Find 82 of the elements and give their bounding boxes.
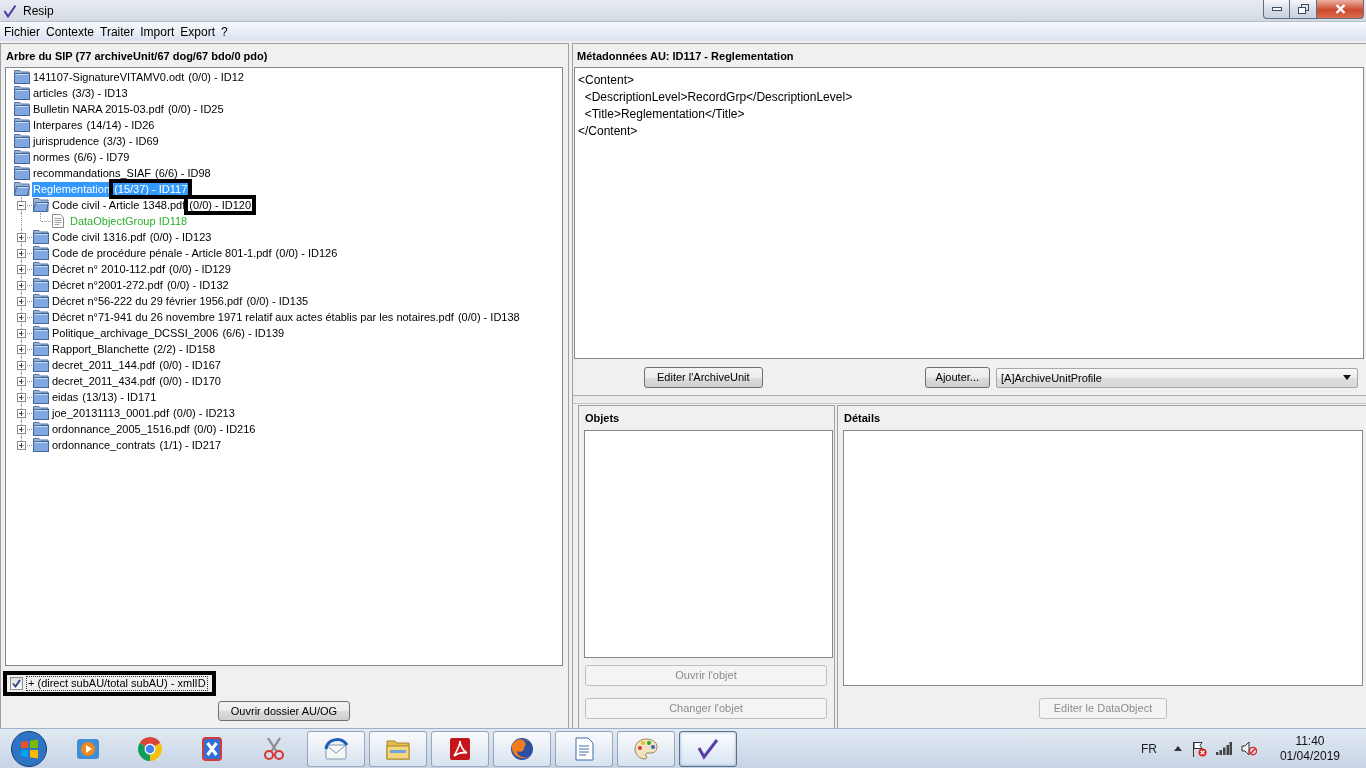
plus-box-icon[interactable] — [17, 265, 26, 274]
xml-line: <Title>Reglementation</Title> — [583, 106, 746, 123]
plus-box-icon[interactable] — [17, 281, 26, 290]
plus-box-icon[interactable] — [17, 233, 26, 242]
plus-box-icon[interactable] — [17, 313, 26, 322]
tree-item-label[interactable]: normes (6/6) - ID79 — [32, 149, 132, 165]
edit-archiveunit-button[interactable]: Editer l'ArchiveUnit — [644, 367, 763, 388]
tree-item-label[interactable]: ordonnance_2005_1516.pdf (0/0) - ID216 — [51, 421, 258, 437]
tree-item-label[interactable]: Interpares (14/14) - ID26 — [32, 117, 157, 133]
panel-title: Arbre du SIP (77 archiveUnit/67 dog/67 bdo/0 pdo) — [5, 49, 269, 64]
minimize-icon — [1271, 7, 1282, 11]
plus-box-icon[interactable] — [17, 393, 26, 402]
profile-select[interactable]: [A]ArchiveUnitProfile — [996, 367, 1358, 388]
flag-icon[interactable] — [1190, 740, 1207, 757]
window-title: Resip — [23, 3, 54, 18]
tree-view[interactable] — [5, 67, 563, 666]
panel-title: Métadonnées AU: ID117 - Reglementation — [576, 49, 795, 64]
tree-item-label[interactable]: recommandations_SIAF (6/6) - ID98 — [32, 165, 213, 181]
checkbox-label[interactable]: + (direct subAU/total subAU) - xmlID — [27, 677, 207, 690]
tree-item-label[interactable]: decret_2011_434.pdf (0/0) - ID170 — [51, 373, 223, 389]
taskbar-app-button[interactable] — [493, 730, 551, 767]
minimize-button[interactable] — [1263, 0, 1290, 19]
xml-line: <DescriptionLevel>RecordGrp</DescriptionLevel> — [583, 89, 854, 106]
panel-title: Détails — [843, 411, 882, 426]
tree-item-label[interactable]: Décret n°71-941 du 26 novembre 1971 relatif aux actes établis par les notaires.pdf (0/0) - ID138 — [51, 309, 522, 325]
clock-date: 01/04/2019 — [1279, 748, 1340, 764]
tree-item-label[interactable]: Rapport_Blanchette (2/2) - ID158 — [51, 341, 218, 357]
menu-item[interactable]: Fichier — [1, 23, 43, 40]
tree-item-label[interactable]: eidas (13/13) - ID171 — [51, 389, 159, 405]
menu-item[interactable]: Import — [137, 23, 178, 40]
clock-time: 11:40 — [1295, 733, 1325, 749]
panel-title: Objets — [584, 411, 621, 426]
plus-box-icon[interactable] — [17, 249, 26, 258]
tree-item-label[interactable]: Code civil 1316.pdf (0/0) - ID123 — [51, 229, 214, 245]
menu-item[interactable]: Export — [177, 23, 218, 40]
tree-item-label[interactable]: joe_20131113_0001.pdf (0/0) - ID213 — [51, 405, 237, 421]
xml-line: </Content> — [578, 123, 639, 140]
plus-box-icon[interactable] — [17, 297, 26, 306]
plus-box-icon[interactable] — [17, 441, 26, 450]
tree-item-label[interactable]: Bulletin NARA 2015-03.pdf (0/0) - ID25 — [32, 101, 226, 117]
plus-box-icon[interactable] — [17, 377, 26, 386]
tree-item-label[interactable]: Décret n°56-222 du 29 février 1956.pdf (0/0) - ID135 — [51, 293, 311, 309]
plus-box-icon[interactable] — [17, 361, 26, 370]
circle-logo-icon — [136, 734, 164, 763]
plus-box-icon[interactable] — [17, 409, 26, 418]
checkmark-icon — [3, 3, 17, 18]
plus-box-icon[interactable] — [17, 425, 26, 434]
menu-item[interactable]: ? — [218, 23, 231, 40]
speaker-muted-icon[interactable] — [1240, 741, 1257, 756]
taskbar-app-button[interactable] — [679, 730, 737, 767]
signal-bars-icon[interactable] — [1215, 742, 1232, 755]
tree-item-label[interactable]: Code de procédure pénale - Article 801-1.pdf (0/0) - ID126 — [51, 245, 340, 261]
tick-icon — [12, 679, 21, 688]
close-icon — [1334, 4, 1346, 14]
tree-item-label[interactable]: 141107-SignatureVITAMV0.odt (0/0) - ID12 — [32, 69, 246, 85]
xml-editor[interactable]: <Content> <DescriptionLevel>RecordGrp</DescriptionLevel> <Title>Reglementation</Title> </Content> — [574, 67, 1364, 359]
menu-item[interactable]: Contexte — [43, 23, 98, 40]
taskbar-app-button[interactable] — [307, 730, 365, 767]
caret-icon — [1343, 375, 1351, 380]
plus-box-icon[interactable] — [17, 345, 26, 354]
checkbox[interactable] — [10, 677, 23, 690]
menu-item[interactable]: Traiter — [97, 23, 138, 40]
tree-item-label[interactable]: ordonnance_contrats (1/1) - ID217 — [51, 437, 224, 453]
start-orb-icon[interactable] — [9, 729, 48, 768]
tree-item-label[interactable]: jurisprudence (3/3) - ID69 — [32, 133, 161, 149]
open-folder-button[interactable]: Ouvrir dossier AU/OG — [217, 701, 351, 721]
taskbar-app-button[interactable] — [431, 730, 489, 767]
tree-item-label[interactable]: Politique_archivage_DCSSI_2006 (6/6) - ID139 — [51, 325, 287, 341]
close-button[interactable] — [1317, 0, 1364, 19]
tree-item-label[interactable]: Décret n° 2010-112.pdf (0/0) - ID129 — [51, 261, 233, 277]
add-button[interactable]: Ajouter... — [924, 367, 990, 388]
tree-item-label[interactable]: Décret n°2001-272.pdf (0/0) - ID132 — [51, 277, 231, 293]
language-indicator[interactable]: FR — [1140, 741, 1157, 756]
triangle-up-icon[interactable] — [1173, 746, 1182, 751]
plus-box-icon[interactable] — [17, 329, 26, 338]
restore-icon — [1297, 4, 1309, 14]
document-icon — [52, 214, 64, 228]
xml-line: <Content> — [578, 72, 636, 89]
restore-button[interactable] — [1290, 0, 1317, 19]
tree-item-label[interactable]: articles (3/3) - ID13 — [32, 85, 130, 101]
minus-box-icon[interactable] — [17, 201, 26, 210]
tree-item-label[interactable]: decret_2011_144.pdf (0/0) - ID167 — [51, 357, 223, 373]
